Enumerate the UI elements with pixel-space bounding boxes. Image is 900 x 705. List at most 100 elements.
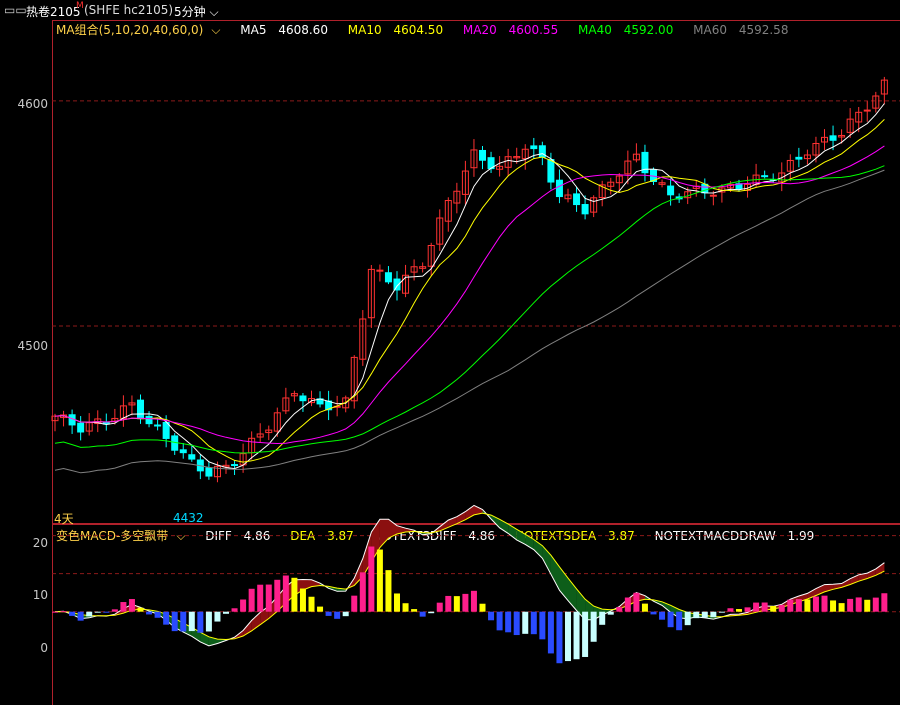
macd-bar — [556, 611, 563, 664]
macd-bar — [718, 611, 725, 613]
candle — [863, 109, 871, 112]
macd-bar — [753, 602, 760, 612]
macd-bar — [77, 611, 84, 621]
macd-bar — [812, 596, 819, 612]
macd-bar — [505, 611, 512, 633]
macd-bar — [496, 611, 503, 631]
macd-bar — [488, 611, 495, 621]
ma-line-ma60 — [54, 169, 885, 474]
macd-bar — [479, 603, 486, 612]
macd-bar — [855, 597, 862, 612]
macd-bar — [864, 599, 871, 612]
dea-line — [54, 512, 885, 641]
candle — [299, 395, 307, 402]
candle — [667, 185, 675, 196]
macd-bar — [727, 608, 734, 612]
macd-bar — [624, 597, 631, 612]
macd-bar — [428, 611, 435, 614]
ma-line-ma5 — [54, 103, 885, 470]
macd-bar — [86, 611, 93, 617]
macd-bar — [872, 597, 879, 612]
macd-bar — [154, 611, 161, 618]
candle — [573, 193, 581, 206]
macd-bar — [830, 600, 837, 612]
macd-bar — [607, 611, 614, 615]
macd-bar — [710, 611, 717, 618]
macd-bar — [881, 593, 888, 612]
macd-bar — [368, 546, 375, 612]
macd-bar — [265, 584, 272, 612]
macd-bar — [744, 607, 751, 612]
macd-bar — [650, 611, 657, 615]
macd-bar — [394, 593, 400, 612]
macd-bar — [770, 605, 777, 612]
macd-bar — [847, 598, 854, 612]
macd-bar — [462, 593, 469, 612]
macd-bar — [676, 611, 683, 631]
macd-bar — [376, 549, 383, 612]
macd-bar — [111, 609, 118, 612]
macd-bar — [197, 611, 204, 633]
macd-bar — [821, 595, 828, 612]
macd-bar — [334, 611, 341, 619]
macd-bar — [838, 603, 845, 612]
macd-bar — [804, 599, 811, 612]
macd-bar — [205, 611, 212, 632]
macd-bar — [547, 611, 554, 654]
candle — [795, 156, 803, 160]
candle — [530, 145, 538, 150]
macd-bar — [257, 584, 264, 612]
candle — [205, 467, 213, 477]
macd-bar — [325, 611, 332, 616]
macd-bar — [146, 611, 153, 615]
macd-bar — [402, 603, 409, 612]
macd-bar — [530, 611, 537, 635]
candle — [154, 424, 162, 427]
macd-bar — [240, 599, 247, 612]
macd-bar — [436, 602, 443, 612]
macd-bar — [69, 611, 76, 616]
macd-bar — [573, 611, 580, 660]
macd-bar — [180, 611, 187, 632]
macd-bar — [120, 602, 127, 612]
macd-bar — [761, 602, 768, 612]
macd-bar — [171, 611, 178, 632]
macd-bar — [359, 572, 366, 612]
macd-bar — [470, 590, 477, 612]
macd-bar — [641, 603, 648, 612]
macd-bar — [342, 611, 349, 617]
candle — [829, 135, 837, 141]
macd-bar — [684, 611, 691, 626]
macd-bar — [513, 611, 520, 636]
macd-bar — [590, 611, 597, 642]
macd-bar — [248, 588, 255, 612]
macd-bar — [701, 611, 708, 618]
macd-bar — [736, 609, 742, 612]
macd-bar — [291, 577, 298, 612]
macd-bar — [137, 607, 144, 612]
candle — [709, 194, 717, 197]
candle — [555, 179, 563, 198]
macd-bar — [308, 596, 315, 612]
macd-bar — [693, 611, 700, 619]
macd-bar — [214, 611, 221, 622]
candle — [162, 422, 170, 439]
chart-canvas[interactable] — [0, 0, 900, 705]
candle — [479, 149, 486, 161]
macd-bar — [633, 592, 640, 612]
candle — [547, 159, 555, 183]
macd-bar — [163, 611, 170, 625]
macd-bar — [94, 611, 101, 613]
candle — [384, 272, 392, 283]
ma-line-ma20 — [54, 145, 885, 445]
macd-bar — [128, 599, 135, 612]
macd-bar — [231, 608, 238, 612]
macd-bar — [787, 599, 794, 612]
macd-bar — [385, 570, 392, 612]
candle — [77, 422, 85, 433]
macd-bar — [599, 611, 606, 625]
macd-bar — [317, 606, 324, 612]
macd-bar — [778, 604, 785, 612]
candle — [145, 415, 153, 425]
macd-bar — [60, 611, 67, 613]
